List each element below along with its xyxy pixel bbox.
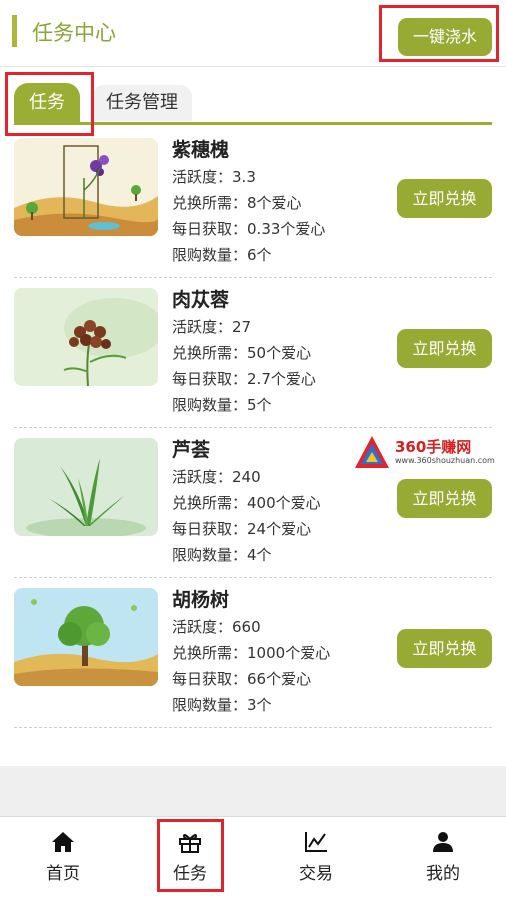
aloe-plant-image [14,438,158,536]
nav-label: 首页 [46,864,80,884]
item-cost: 兑换所需：1000个爱心 [172,644,331,662]
list-item: 紫穗槐 活跃度：3.3 兑换所需：8个爱心 每日获取：0.33个爱心 限购数量：… [0,138,506,288]
page-title: 任务中心 [32,21,116,45]
item-limit: 限购数量：4个 [172,546,272,564]
chart-icon [305,832,327,852]
title-accent-bar [12,15,17,47]
item-name: 肉苁蓉 [172,289,230,311]
water-all-button[interactable]: 一键浇水 [398,18,492,56]
item-activity: 活跃度：240 [172,468,261,486]
purple-flower-plant-image [14,138,158,236]
home-icon [52,832,74,852]
list-item: 胡杨树 活跃度：660 兑换所需：1000个爱心 每日获取：66个爱心 限购数量… [0,588,506,738]
nav-trade[interactable]: 交易 [253,817,379,901]
nav-label: 我的 [426,864,460,884]
item-activity: 活跃度：27 [172,318,252,336]
item-cost: 兑换所需：400个爱心 [172,494,321,512]
redeem-button[interactable]: 立即兑换 [397,329,492,368]
water-button-highlight: 一键浇水 [379,5,499,62]
item-limit: 限购数量：6个 [172,246,272,264]
cistanche-herb-image [14,288,158,386]
bottom-nav: 首页 任务 交易 我的 [0,816,506,901]
user-icon [433,832,453,852]
watermark: 360手赚网 www.360shouzhuan.com [353,434,503,470]
item-cost: 兑换所需：8个爱心 [172,194,302,212]
item-limit: 限购数量：5个 [172,396,272,414]
nav-mine[interactable]: 我的 [380,817,506,901]
item-activity: 活跃度：660 [172,618,261,636]
tab-task-management[interactable]: 任务管理 [92,85,192,121]
watermark-logo-icon [355,436,389,468]
item-activity: 活跃度：3.3 [172,168,256,186]
item-name: 胡杨树 [172,589,230,611]
item-divider [14,727,492,728]
redeem-button[interactable]: 立即兑换 [397,179,492,218]
list-item: 肉苁蓉 活跃度：27 兑换所需：50个爱心 每日获取：2.7个爱心 限购数量：5… [0,288,506,438]
item-cost: 兑换所需：50个爱心 [172,344,312,362]
item-daily: 每日获取：24个爱心 [172,520,312,538]
item-name: 紫穗槐 [172,139,230,161]
tab-bar: 任务 任务管理 [0,67,506,136]
item-divider [14,427,492,428]
nav-label: 交易 [299,864,333,884]
tab-highlight [5,72,94,136]
watermark-text: 360手赚网 [395,438,472,456]
item-name: 芦荟 [172,439,211,461]
item-divider [14,277,492,278]
item-daily: 每日获取：66个爱心 [172,670,312,688]
redeem-button[interactable]: 立即兑换 [397,629,492,668]
nav-home[interactable]: 首页 [0,817,126,901]
nav-tasks-highlight [157,819,224,892]
item-daily: 每日获取：0.33个爱心 [172,220,326,238]
redeem-button[interactable]: 立即兑换 [397,479,492,518]
item-limit: 限购数量：3个 [172,696,272,714]
item-divider [14,577,492,578]
item-daily: 每日获取：2.7个爱心 [172,370,316,388]
poplar-tree-image [14,588,158,686]
content-footer-space [0,766,506,816]
header: 任务中心 一键浇水 [0,0,506,66]
watermark-url: www.360shouzhuan.com [395,456,495,465]
